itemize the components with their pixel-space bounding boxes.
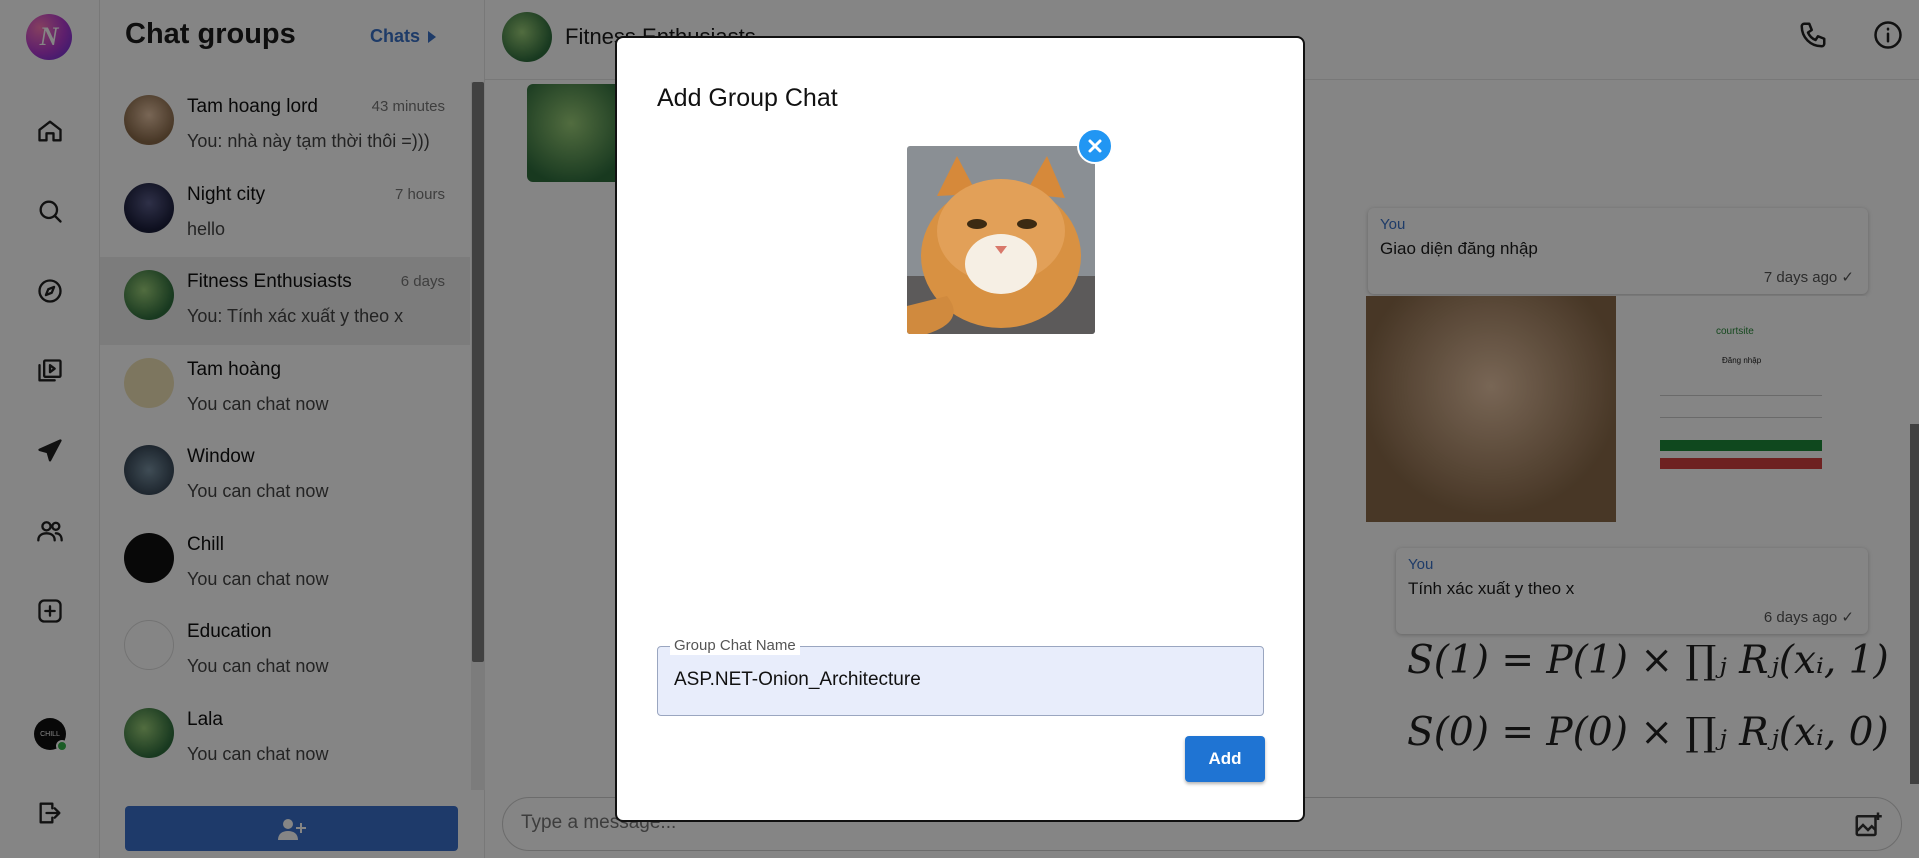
add-group-chat-dialog: Add Group Chat Group Chat Name ASP.NET-O… bbox=[615, 36, 1305, 822]
close-icon bbox=[1088, 139, 1102, 153]
app-root: N CHILL Chat groups Chats Tam hoang lord… bbox=[0, 0, 1919, 858]
remove-image-button[interactable] bbox=[1077, 128, 1113, 164]
field-label: Group Chat Name bbox=[670, 637, 800, 655]
group-chat-name-field[interactable]: Group Chat Name bbox=[657, 637, 1264, 716]
add-button[interactable]: Add bbox=[1185, 736, 1265, 782]
group-chat-name-input[interactable] bbox=[674, 669, 1234, 691]
dialog-title: Add Group Chat bbox=[657, 84, 838, 112]
group-avatar-preview bbox=[907, 146, 1095, 334]
